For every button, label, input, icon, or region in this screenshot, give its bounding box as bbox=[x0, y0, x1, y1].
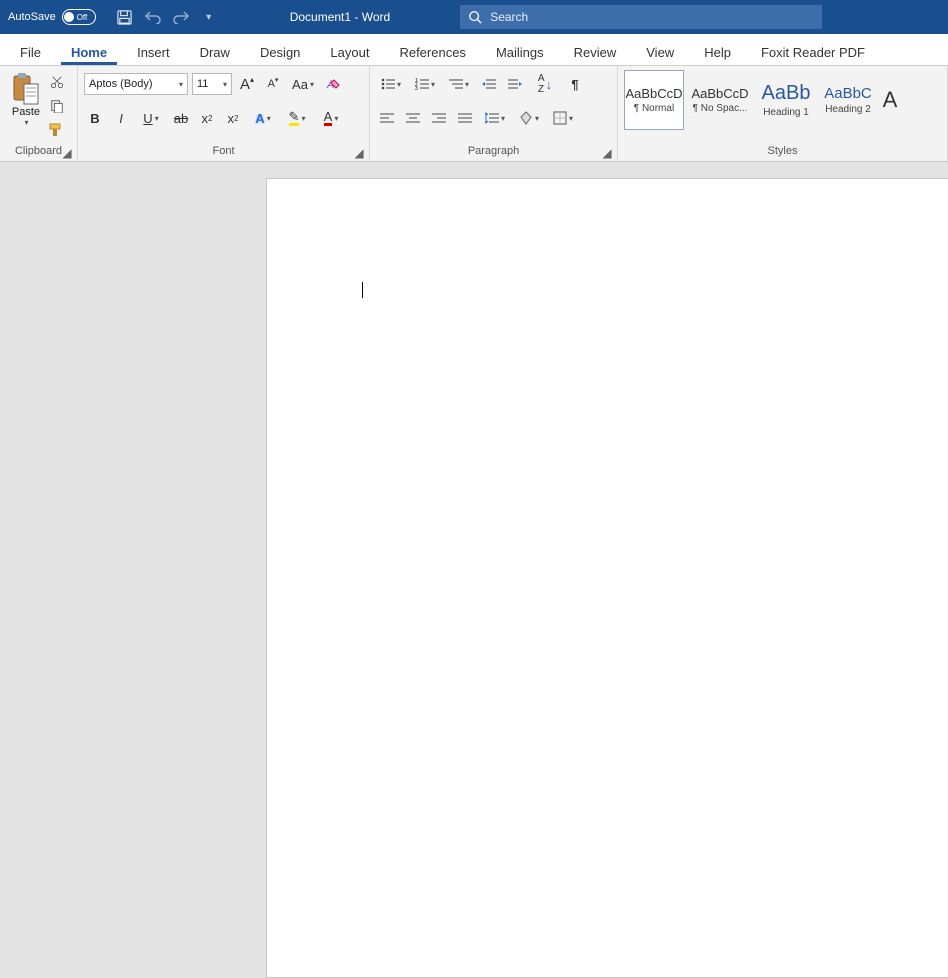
justify-button[interactable] bbox=[454, 107, 476, 129]
styles-gallery[interactable]: AaBbCcD ¶ Normal AaBbCcD ¶ No Spac... Aa… bbox=[624, 70, 900, 130]
style-name: Heading 1 bbox=[763, 107, 809, 118]
style-name: Heading 2 bbox=[825, 104, 871, 115]
underline-button[interactable]: U▾ bbox=[136, 107, 166, 129]
toggle-knob bbox=[64, 12, 74, 22]
group-font: Aptos (Body)▾ 11▾ A▴ A▾ Aa▾ A B I U▾ ab … bbox=[78, 66, 370, 161]
shading-button[interactable]: ▾ bbox=[514, 107, 544, 129]
title-bar: AutoSave Off ▾ Document1 - Word bbox=[0, 0, 948, 34]
autosave-control[interactable]: AutoSave Off bbox=[0, 9, 104, 25]
style-sample: A bbox=[883, 87, 898, 113]
clear-formatting-button[interactable]: A bbox=[322, 73, 344, 95]
search-input[interactable] bbox=[490, 10, 814, 24]
superscript-button[interactable]: x2 bbox=[222, 107, 244, 129]
qat-customize-icon[interactable]: ▾ bbox=[198, 6, 220, 28]
tab-review[interactable]: Review bbox=[564, 39, 627, 65]
document-page[interactable] bbox=[266, 178, 948, 978]
save-icon[interactable] bbox=[114, 6, 136, 28]
group-paragraph: ▾ 123▾ ▾ AZ↓ ¶ ▾ ▾ ▾ Paragraph ◢ bbox=[370, 66, 618, 161]
text-effects-button[interactable]: A▾ bbox=[248, 107, 278, 129]
tab-layout[interactable]: Layout bbox=[320, 39, 379, 65]
style-sample: AaBb bbox=[762, 82, 811, 105]
style-sample: AaBbC bbox=[824, 85, 872, 102]
group-label-paragraph: Paragraph bbox=[376, 143, 611, 159]
document-area bbox=[0, 162, 948, 541]
align-right-button[interactable] bbox=[428, 107, 450, 129]
bullets-button[interactable]: ▾ bbox=[376, 73, 406, 95]
decrease-indent-button[interactable] bbox=[478, 73, 500, 95]
style-name: ¶ No Spac... bbox=[693, 103, 748, 114]
cut-button[interactable] bbox=[48, 73, 66, 91]
ribbon: Paste ▾ Clipboard ◢ Aptos (Body) ▾ 11 ▾ A▴ bbox=[0, 66, 948, 162]
group-label-styles: Styles bbox=[624, 143, 941, 159]
align-center-button[interactable] bbox=[402, 107, 424, 129]
group-styles: AaBbCcD ¶ Normal AaBbCcD ¶ No Spac... Aa… bbox=[618, 66, 948, 161]
paste-label: Paste bbox=[6, 106, 46, 118]
tab-help[interactable]: Help bbox=[694, 39, 741, 65]
style-heading-1[interactable]: AaBb Heading 1 bbox=[756, 70, 816, 130]
tab-home[interactable]: Home bbox=[61, 39, 117, 65]
search-icon bbox=[468, 10, 482, 24]
quick-access-toolbar: ▾ bbox=[104, 6, 230, 28]
style-sample: AaBbCcD bbox=[691, 86, 748, 101]
group-clipboard: Paste ▾ Clipboard ◢ bbox=[0, 66, 78, 161]
grow-font-button[interactable]: A▴ bbox=[236, 73, 258, 95]
style-no-spacing[interactable]: AaBbCcD ¶ No Spac... bbox=[686, 70, 754, 130]
font-name-combo[interactable]: Aptos (Body) ▾ bbox=[84, 73, 188, 95]
font-launcher-icon[interactable]: ◢ bbox=[353, 147, 365, 159]
clipboard-launcher-icon[interactable]: ◢ bbox=[61, 147, 73, 159]
document-title: Document1 - Word bbox=[290, 10, 390, 24]
font-name-value: Aptos (Body) bbox=[89, 78, 153, 90]
svg-text:3: 3 bbox=[415, 86, 418, 90]
font-size-combo[interactable]: 11 ▾ bbox=[192, 73, 232, 95]
paste-button[interactable]: Paste ▾ bbox=[6, 70, 46, 127]
shrink-font-button[interactable]: A▾ bbox=[262, 73, 284, 95]
strikethrough-button[interactable]: ab bbox=[170, 107, 192, 129]
copy-button[interactable] bbox=[48, 97, 66, 115]
search-box[interactable] bbox=[460, 5, 822, 29]
paragraph-launcher-icon[interactable]: ◢ bbox=[601, 147, 613, 159]
tab-file[interactable]: File bbox=[10, 39, 51, 65]
italic-button[interactable]: I bbox=[110, 107, 132, 129]
font-color-button[interactable]: A▾ bbox=[316, 107, 346, 129]
multilevel-list-button[interactable]: ▾ bbox=[444, 73, 474, 95]
highlight-button[interactable]: ✎▾ bbox=[282, 107, 312, 129]
chevron-down-icon: ▾ bbox=[179, 80, 183, 89]
autosave-toggle[interactable]: Off bbox=[62, 9, 96, 25]
style-name: ¶ Normal bbox=[634, 103, 674, 114]
format-painter-button[interactable] bbox=[48, 121, 66, 139]
tab-draw[interactable]: Draw bbox=[190, 39, 240, 65]
font-size-value: 11 bbox=[197, 78, 208, 90]
chevron-down-icon: ▾ bbox=[223, 80, 227, 89]
tab-mailings[interactable]: Mailings bbox=[486, 39, 554, 65]
style-sample: AaBbCcD bbox=[625, 86, 682, 101]
ribbon-tabs: File Home Insert Draw Design Layout Refe… bbox=[0, 34, 948, 66]
align-left-button[interactable] bbox=[376, 107, 398, 129]
tab-foxit[interactable]: Foxit Reader PDF bbox=[751, 39, 875, 65]
tab-insert[interactable]: Insert bbox=[127, 39, 180, 65]
autosave-state: Off bbox=[77, 13, 88, 22]
bold-button[interactable]: B bbox=[84, 107, 106, 129]
redo-button[interactable] bbox=[170, 6, 192, 28]
group-label-font: Font bbox=[84, 143, 363, 159]
borders-button[interactable]: ▾ bbox=[548, 107, 578, 129]
numbering-button[interactable]: 123▾ bbox=[410, 73, 440, 95]
undo-button[interactable] bbox=[142, 6, 164, 28]
increase-indent-button[interactable] bbox=[504, 73, 526, 95]
subscript-button[interactable]: x2 bbox=[196, 107, 218, 129]
tab-references[interactable]: References bbox=[389, 39, 475, 65]
autosave-label: AutoSave bbox=[8, 11, 56, 23]
show-marks-button[interactable]: ¶ bbox=[564, 73, 586, 95]
paste-dropdown-icon[interactable]: ▾ bbox=[7, 118, 46, 127]
change-case-button[interactable]: Aa▾ bbox=[288, 73, 318, 95]
paste-icon bbox=[12, 72, 40, 106]
tab-view[interactable]: View bbox=[636, 39, 684, 65]
sort-button[interactable]: AZ↓ bbox=[530, 73, 560, 95]
style-more[interactable]: A bbox=[880, 70, 900, 130]
style-heading-2[interactable]: AaBbC Heading 2 bbox=[818, 70, 878, 130]
line-spacing-button[interactable]: ▾ bbox=[480, 107, 510, 129]
style-normal[interactable]: AaBbCcD ¶ Normal bbox=[624, 70, 684, 130]
text-cursor bbox=[362, 282, 363, 298]
tab-design[interactable]: Design bbox=[250, 39, 310, 65]
